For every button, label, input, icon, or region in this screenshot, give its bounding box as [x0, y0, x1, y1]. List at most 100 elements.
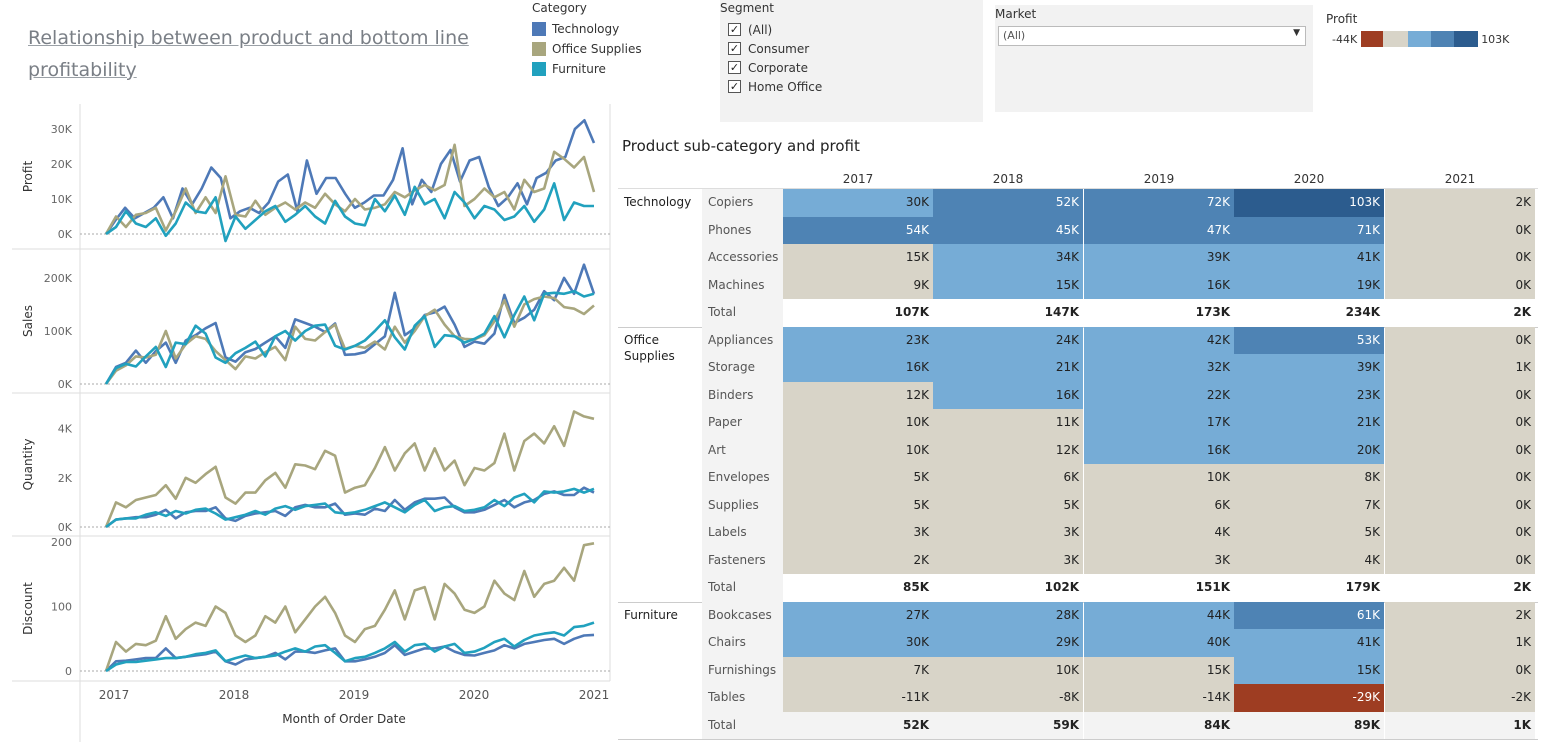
heatmap-cell[interactable]: 0K: [1385, 491, 1535, 519]
heatmap-cell[interactable]: 71K: [1234, 216, 1384, 244]
heatmap-cell[interactable]: 47K: [1084, 216, 1234, 244]
heatmap-cell[interactable]: 103K: [1234, 189, 1384, 217]
heatmap-cell[interactable]: 39K: [1084, 244, 1234, 272]
heatmap-cell[interactable]: 6K: [933, 464, 1083, 492]
heatmap-cell[interactable]: 0K: [1385, 436, 1535, 464]
checkbox[interactable]: ✓: [728, 61, 741, 74]
heatmap-cell[interactable]: 34K: [933, 244, 1083, 272]
heatmap-cell[interactable]: -29K: [1234, 684, 1384, 712]
heatmap-cell[interactable]: 52K: [933, 189, 1083, 217]
heatmap-cell[interactable]: 0K: [1385, 464, 1535, 492]
heatmap-cell[interactable]: 21K: [1234, 409, 1384, 437]
category-legend-item[interactable]: Technology: [532, 19, 702, 39]
heatmap-cell[interactable]: 5K: [933, 491, 1083, 519]
checkbox[interactable]: ✓: [728, 80, 741, 93]
heatmap-cell[interactable]: -11K: [783, 684, 933, 712]
heatmap-cell[interactable]: 7K: [783, 656, 933, 684]
heatmap-cell[interactable]: 39K: [1234, 354, 1384, 382]
heatmap-cell[interactable]: 3K: [933, 546, 1083, 574]
heatmap-cell[interactable]: 0K: [1385, 656, 1535, 684]
heatmap-cell[interactable]: 0K: [1385, 271, 1535, 299]
heatmap-cell[interactable]: 5K: [783, 464, 933, 492]
checkbox[interactable]: ✓: [728, 23, 741, 36]
segment-option[interactable]: ✓ Corporate: [720, 58, 983, 77]
heatmap-cell[interactable]: 61K: [1234, 601, 1384, 629]
heatmap-cell[interactable]: 22K: [1084, 381, 1234, 409]
heatmap-cell[interactable]: 16K: [1084, 271, 1234, 299]
heatmap-cell[interactable]: 2K: [1385, 189, 1535, 217]
checkbox[interactable]: ✓: [728, 42, 741, 55]
heatmap-cell[interactable]: 2K: [1385, 601, 1535, 629]
category-legend-item[interactable]: Office Supplies: [532, 39, 702, 59]
heatmap-cell[interactable]: -2K: [1385, 684, 1535, 712]
heatmap-cell[interactable]: 4K: [1234, 546, 1384, 574]
subcategory-label: Supplies: [702, 491, 783, 519]
heatmap-cell[interactable]: 23K: [1234, 381, 1384, 409]
heatmap-cell[interactable]: 41K: [1234, 244, 1384, 272]
heatmap-cell[interactable]: 3K: [1084, 546, 1234, 574]
heatmap-cell[interactable]: 20K: [1234, 436, 1384, 464]
heatmap-cell[interactable]: 16K: [933, 381, 1083, 409]
heatmap-cell[interactable]: 11K: [933, 409, 1083, 437]
heatmap-cell[interactable]: 44K: [1084, 601, 1234, 629]
heatmap-cell[interactable]: 0K: [1385, 326, 1535, 354]
heatmap-cell[interactable]: 16K: [783, 354, 933, 382]
heatmap-cell[interactable]: 45K: [933, 216, 1083, 244]
heatmap-cell[interactable]: 4K: [1084, 519, 1234, 547]
total-cell: 2K: [1385, 574, 1535, 602]
heatmap-cell[interactable]: 54K: [783, 216, 933, 244]
heatmap-cell[interactable]: 0K: [1385, 519, 1535, 547]
heatmap-cell[interactable]: 12K: [783, 381, 933, 409]
heatmap-cell[interactable]: 29K: [933, 629, 1083, 657]
heatmap-cell[interactable]: 15K: [1234, 656, 1384, 684]
heatmap-cell[interactable]: 10K: [1084, 464, 1234, 492]
heatmap-cell[interactable]: -8K: [933, 684, 1083, 712]
heatmap-cell[interactable]: 30K: [783, 189, 933, 217]
market-dropdown[interactable]: (All) ▼: [998, 26, 1306, 46]
heatmap-cell[interactable]: 30K: [783, 629, 933, 657]
heatmap-cell[interactable]: 0K: [1385, 381, 1535, 409]
heatmap-cell[interactable]: 8K: [1234, 464, 1384, 492]
heatmap-cell[interactable]: 53K: [1234, 326, 1384, 354]
heatmap-cell[interactable]: 1K: [1385, 629, 1535, 657]
heatmap-cell[interactable]: 0K: [1385, 244, 1535, 272]
heatmap-cell[interactable]: 24K: [933, 326, 1083, 354]
category-legend-item[interactable]: Furniture: [532, 59, 702, 79]
segment-option[interactable]: ✓ (All): [720, 20, 983, 39]
heatmap-cell[interactable]: 0K: [1385, 546, 1535, 574]
heatmap-cell[interactable]: 41K: [1234, 629, 1384, 657]
heatmap-cell[interactable]: 2K: [783, 546, 933, 574]
heatmap-cell[interactable]: 6K: [1084, 491, 1234, 519]
heatmap-cell[interactable]: 15K: [933, 271, 1083, 299]
heatmap-cell[interactable]: 10K: [783, 409, 933, 437]
heatmap-cell[interactable]: 42K: [1084, 326, 1234, 354]
heatmap-cell[interactable]: 0K: [1385, 409, 1535, 437]
heatmap-cell[interactable]: 19K: [1234, 271, 1384, 299]
heatmap-cell[interactable]: 10K: [933, 656, 1083, 684]
heatmap-cell[interactable]: 27K: [783, 601, 933, 629]
heatmap-cell[interactable]: 3K: [933, 519, 1083, 547]
profit-legend-min: -44K: [1332, 32, 1358, 46]
heatmap-cell[interactable]: 12K: [933, 436, 1083, 464]
heatmap-cell[interactable]: 5K: [783, 491, 933, 519]
heatmap-cell[interactable]: 23K: [783, 326, 933, 354]
heatmap-cell[interactable]: 1K: [1385, 354, 1535, 382]
heatmap-cell[interactable]: 10K: [783, 436, 933, 464]
segment-option[interactable]: ✓ Home Office: [720, 77, 983, 96]
heatmap-cell[interactable]: 0K: [1385, 216, 1535, 244]
heatmap-cell[interactable]: 9K: [783, 271, 933, 299]
heatmap-cell[interactable]: -14K: [1084, 684, 1234, 712]
segment-option[interactable]: ✓ Consumer: [720, 39, 983, 58]
heatmap-cell[interactable]: 5K: [1234, 519, 1384, 547]
heatmap-cell[interactable]: 15K: [1084, 656, 1234, 684]
heatmap-cell[interactable]: 16K: [1084, 436, 1234, 464]
heatmap-cell[interactable]: 32K: [1084, 354, 1234, 382]
heatmap-cell[interactable]: 17K: [1084, 409, 1234, 437]
heatmap-cell[interactable]: 15K: [783, 244, 933, 272]
heatmap-cell[interactable]: 21K: [933, 354, 1083, 382]
heatmap-cell[interactable]: 72K: [1084, 189, 1234, 217]
heatmap-cell[interactable]: 40K: [1084, 629, 1234, 657]
heatmap-cell[interactable]: 3K: [783, 519, 933, 547]
heatmap-cell[interactable]: 28K: [933, 601, 1083, 629]
heatmap-cell[interactable]: 7K: [1234, 491, 1384, 519]
